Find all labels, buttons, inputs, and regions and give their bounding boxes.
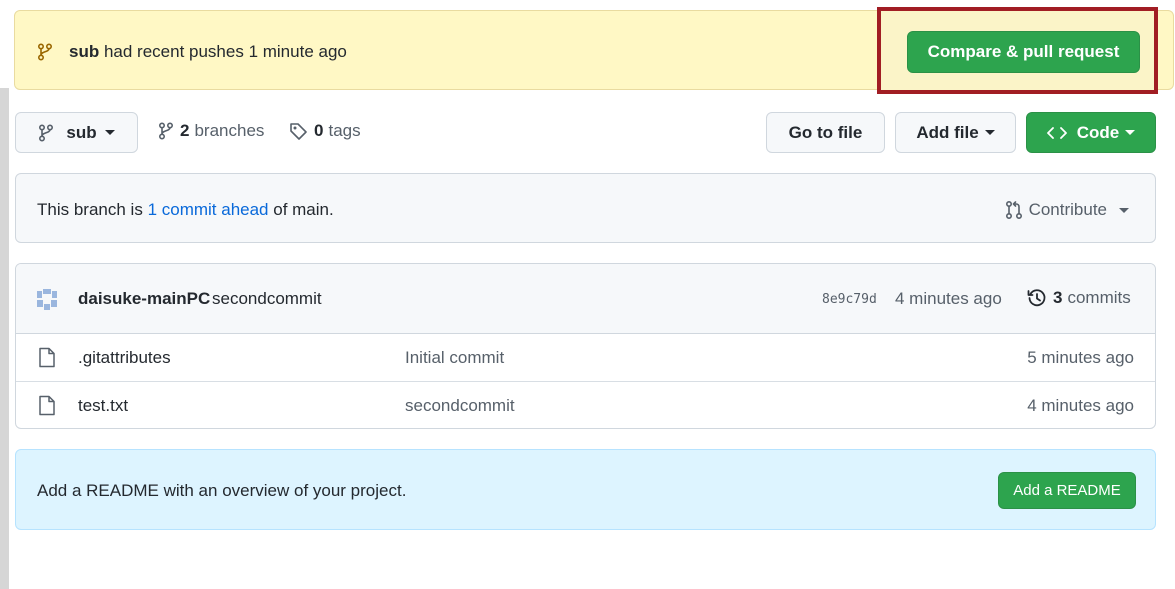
branch-icon: [39, 123, 54, 142]
file-age: 5 minutes ago: [1027, 348, 1134, 367]
commits-history-link[interactable]: 3 commits: [1027, 288, 1131, 308]
file-name[interactable]: .gitattributes: [78, 348, 171, 368]
branch-selector[interactable]: sub: [15, 112, 138, 153]
commit-message[interactable]: secondcommit: [212, 289, 322, 309]
go-to-file-button[interactable]: Go to file: [766, 112, 885, 153]
commits-count: 3: [1053, 288, 1063, 307]
branch-status-text: This branch is 1 commit ahead of main.: [37, 200, 334, 220]
history-icon: [1027, 289, 1046, 307]
commits-label: commits: [1067, 288, 1131, 307]
push-branch-name[interactable]: sub: [69, 42, 99, 61]
readme-prompt: Add a README with an overview of your pr…: [37, 481, 407, 500]
file-browser: daisuke-mainPC secondcommit 8e9c79d 4 mi…: [15, 263, 1156, 429]
caret-down-icon: [1119, 207, 1129, 213]
code-label: Code: [1076, 122, 1120, 142]
tags-label: tags: [328, 121, 361, 140]
commit-author[interactable]: daisuke-mainPC: [78, 289, 210, 309]
avatar[interactable]: [34, 286, 60, 312]
add-readme-button[interactable]: Add a README: [998, 472, 1136, 509]
caret-down-icon: [104, 130, 115, 135]
branches-label: branches: [194, 121, 265, 140]
contribute-dropdown[interactable]: Contribute: [1005, 200, 1129, 220]
file-icon: [39, 395, 55, 416]
file-commit-message[interactable]: Initial commit: [405, 348, 504, 368]
contribute-label: Contribute: [1028, 200, 1107, 219]
add-file-label: Add file: [916, 122, 979, 142]
branch-icon: [37, 43, 53, 66]
branch-status-suffix: of main.: [273, 200, 334, 219]
branch-icon: [158, 122, 174, 140]
commits-ahead-link[interactable]: 1 commit ahead: [148, 200, 269, 219]
tag-icon: [290, 122, 307, 140]
commit-sha[interactable]: 8e9c79d: [822, 292, 877, 307]
file-row[interactable]: test.txt secondcommit 4 minutes ago: [16, 381, 1155, 428]
tags-link[interactable]: 0 tags: [289, 121, 361, 141]
tags-count: 0: [314, 121, 324, 140]
pull-request-icon: [1005, 200, 1022, 220]
file-icon: [39, 347, 55, 368]
file-age: 4 minutes ago: [1027, 396, 1134, 415]
add-file-button[interactable]: Add file: [895, 112, 1016, 153]
branch-status-box: This branch is 1 commit ahead of main. C…: [15, 173, 1156, 243]
code-button[interactable]: Code: [1026, 112, 1156, 153]
push-message: sub had recent pushes 1 minute ago: [69, 42, 347, 62]
file-name[interactable]: test.txt: [78, 396, 128, 416]
code-icon: [1046, 126, 1067, 139]
caret-down-icon: [984, 130, 995, 135]
add-readme-banner: Add a README with an overview of your pr…: [15, 449, 1156, 530]
file-row[interactable]: .gitattributes Initial commit 5 minutes …: [16, 334, 1155, 381]
branches-link[interactable]: 2 branches: [158, 121, 264, 141]
push-message-text: had recent pushes 1 minute ago: [103, 42, 347, 61]
caret-down-icon: [1125, 130, 1136, 135]
branch-selector-label: sub: [66, 122, 97, 142]
branches-count: 2: [180, 121, 190, 140]
compare-pull-request-button[interactable]: Compare & pull request: [907, 31, 1140, 73]
branch-status-prefix: This branch is: [37, 200, 143, 219]
file-commit-message[interactable]: secondcommit: [405, 396, 515, 416]
latest-commit-bar: daisuke-mainPC secondcommit 8e9c79d 4 mi…: [16, 264, 1155, 334]
window-left-edge: [0, 88, 9, 589]
commit-time: 4 minutes ago: [895, 289, 1002, 308]
